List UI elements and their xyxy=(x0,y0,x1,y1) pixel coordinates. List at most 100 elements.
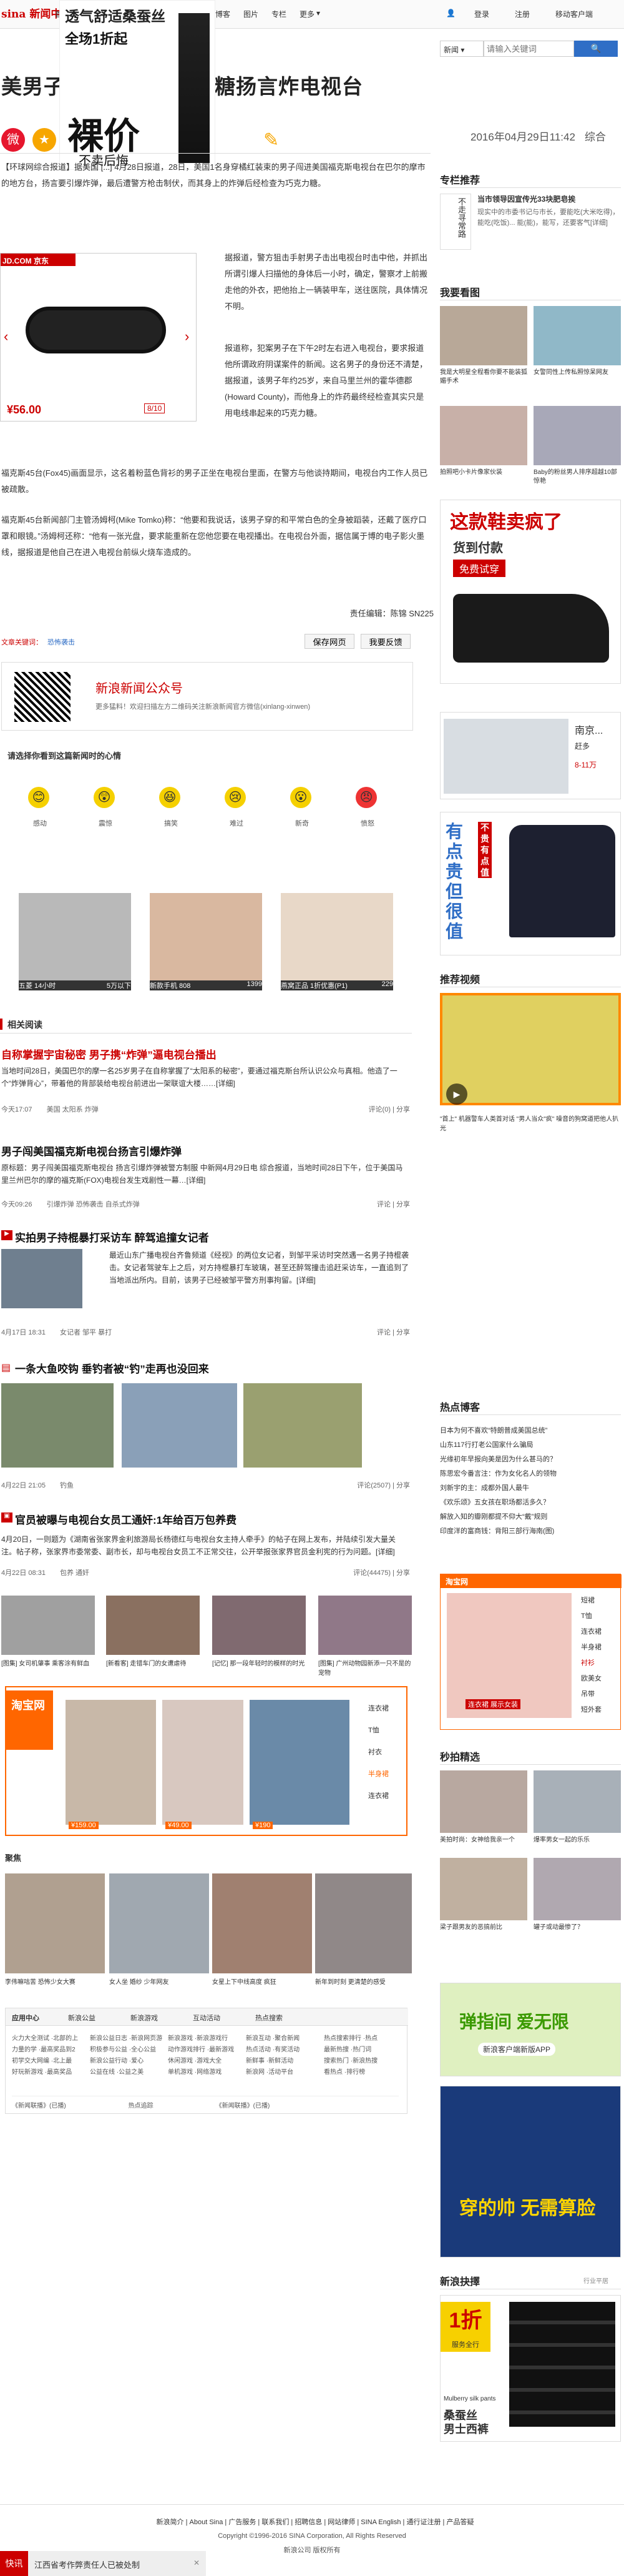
related-comment-1[interactable]: 评论(0) xyxy=(369,1106,391,1113)
channel-col5-item[interactable]: 最新热搜 ·热门词 xyxy=(324,2045,399,2056)
kansee-thumb-3[interactable] xyxy=(440,406,527,465)
related-comment-2[interactable]: 评论 xyxy=(377,1201,391,1208)
taobao-box[interactable]: 淘宝网 ¥159.00 ¥49.00 ¥190 连衣裙 T恤 衬衣 半身裙 连衣… xyxy=(5,1686,407,1836)
channel-col3-item[interactable]: 休闲游戏 ·游戏大全 xyxy=(168,2056,243,2067)
channel-col3-item[interactable]: 单机游戏 ·网络游戏 xyxy=(168,2067,243,2078)
qzone-icon[interactable]: ★ xyxy=(32,128,56,152)
related-title-4[interactable]: 一条大鱼咬钩 垂钓者被“钓”走再也没回来 xyxy=(15,1360,209,1376)
promo-phone-image[interactable] xyxy=(150,893,262,990)
sidebar-taobao-tab[interactable]: T恤 xyxy=(581,1609,618,1624)
car-ad[interactable]: 南京... 赶多 8-11万 xyxy=(440,712,621,799)
sidebar-taobao-tab[interactable]: 短外套 xyxy=(581,1702,618,1718)
sidebar-taobao-tab[interactable]: 吊带 xyxy=(581,1687,618,1702)
miaopai-caption-2[interactable]: 爆率男女一起的乐乐 xyxy=(534,1836,621,1845)
gallery-caption-3[interactable]: [记忆] 那一段年轻时的模样的时光 xyxy=(212,1658,306,1667)
channel-col-5[interactable]: 热点搜索排行 ·热点 最新热搜 ·热门词 搜索热门 ·新浪热搜 看热点 ·排行榜 xyxy=(324,2033,399,2078)
taobao-tab-1[interactable]: 连衣裙 xyxy=(368,1703,389,1713)
related-tags-2[interactable]: 引爆炸弹 恐怖袭击 自杀式炸弹 xyxy=(47,1201,140,1208)
channel-col1-item[interactable]: 初学交大网编 ·北上最 xyxy=(12,2056,87,2067)
related-actions-3[interactable]: 评论 | 分享 xyxy=(377,1327,410,1337)
sidebar-taobao-tab[interactable]: 欧美女 xyxy=(581,1671,618,1687)
bottom-ticker[interactable]: 快讯 江西省考作弊责任人已被处制 ✕ xyxy=(0,2551,206,2576)
nav-column[interactable]: 专栏 xyxy=(271,9,286,19)
channel-col-3[interactable]: 新浪游戏 ·新浪游戏行 动作游戏排行 ·最新游戏 休闲游戏 ·游戏大全 单机游戏 ·网… xyxy=(168,2033,243,2078)
hotpoint-item[interactable]: 《欢乐颂》五女孩在职场都活多久？ xyxy=(440,1496,621,1510)
gallery-thumb-3[interactable] xyxy=(212,1596,306,1655)
related-tags-5[interactable]: 包养 通奸 xyxy=(60,1569,89,1577)
related-actions-2[interactable]: 评论 | 分享 xyxy=(377,1199,410,1209)
footer-link[interactable]: 新浪简介 xyxy=(157,2519,184,2526)
sidebar-taobao-tabs[interactable]: 短裙 T恤 连衣裙 半身裙 衬衫 欧美女 吊带 短外套 xyxy=(581,1593,618,1718)
channel-col5-item[interactable]: 搜索热门 ·新浪热搜 xyxy=(324,2056,399,2067)
gallery-thumb-2[interactable] xyxy=(106,1596,200,1655)
channel-tab-5[interactable]: 热点搜索 xyxy=(255,2013,283,2023)
miaopai-caption-4[interactable]: 罐子或动最惨了？ xyxy=(534,1923,621,1932)
kansee-caption-1[interactable]: 我是大明星全程看你要不能装狐媚手术 xyxy=(440,368,527,386)
footer-link[interactable]: 招聘信息 xyxy=(295,2519,322,2526)
shoe-ad-button[interactable]: 免费试穿 xyxy=(453,560,506,577)
channel-tab-4[interactable]: 互动活动 xyxy=(193,2013,220,2023)
kansee-thumb-1[interactable] xyxy=(440,306,527,365)
mood-angry-icon[interactable]: 😠 xyxy=(356,787,377,808)
gallery-thumb-4[interactable] xyxy=(318,1596,412,1655)
related-thumb-3[interactable] xyxy=(1,1249,82,1308)
channel-col-1[interactable]: 火力大全测试 ·北部的上 力量的学 ·最高奖品到2 初学交大网编 ·北上最 好玩新游戏… xyxy=(12,2033,87,2078)
related-thumb-4c[interactable] xyxy=(243,1383,362,1468)
taobao-item-1[interactable] xyxy=(66,1700,156,1825)
kansee-caption-4[interactable]: Baby的粉丝男人排序超越10部惊艳 xyxy=(534,468,621,486)
related-actions-5[interactable]: 评论(44475) | 分享 xyxy=(353,1567,410,1577)
related-comment-5[interactable]: 评论(44475) xyxy=(353,1569,391,1577)
related-comment-3[interactable]: 评论 xyxy=(377,1329,391,1336)
channel-extra-2[interactable]: 热点追踪 xyxy=(129,2103,154,2110)
jiazheng-more[interactable]: 行业平居 xyxy=(583,2276,608,2285)
man-ad[interactable]: 穿的帅 无需算脸 xyxy=(440,2086,621,2258)
related-comment-4[interactable]: 评论(2507) xyxy=(357,1482,391,1489)
channel-col2-item[interactable]: 新浪公益日志 ·新浪网页游 xyxy=(90,2033,165,2045)
promo-car-image[interactable] xyxy=(19,893,131,990)
sidebar-taobao-ad[interactable]: 淘宝网 连衣裙 展示女装 短裙 T恤 连衣裙 半身裙 衬衫 欧美女 吊带 短外套 xyxy=(440,1574,622,1730)
related-actions-1[interactable]: 评论(0) | 分享 xyxy=(369,1104,410,1114)
channel-tab-3[interactable]: 新浪游戏 xyxy=(130,2013,158,2023)
miaopai-thumb-3[interactable] xyxy=(440,1858,527,1920)
taobao-tab-3[interactable]: 衬衣 xyxy=(368,1747,382,1757)
channel-col3-item[interactable]: 动作游戏排行 ·最新游戏 xyxy=(168,2045,243,2056)
footer-link[interactable]: 广告服务 xyxy=(228,2519,256,2526)
miaopai-caption-1[interactable]: 美拍时尚：女神给我亲一个 xyxy=(440,1836,527,1845)
related-title-3[interactable]: 实拍男子持棍暴打采访车 醉驾追撞女记者 xyxy=(15,1229,209,1245)
hotpoint-item[interactable]: 印度洋的富商钱：背阳三部行海南(图) xyxy=(440,1524,621,1539)
gallery-caption-1[interactable]: [图集] 女司机肇事 乘客涂有鲜血 xyxy=(1,1658,95,1667)
related-share-3[interactable]: 分享 xyxy=(396,1329,410,1336)
hot-gallery-caption-1[interactable]: 李伟嘛咕苦 恐怖少女大赛 xyxy=(5,1976,105,1986)
related-tags-4[interactable]: 钓鱼 xyxy=(60,1482,74,1489)
channel-col5-item[interactable]: 看热点 ·排行榜 xyxy=(324,2067,399,2078)
jd-belt-ad[interactable]: JD.COM 京东 ‹ › ¥56.00 8/10 xyxy=(0,253,197,422)
footer-link[interactable]: 产品答疑 xyxy=(446,2519,474,2526)
channel-extra-3[interactable]: 《新闻联播》(已播) xyxy=(216,2103,270,2110)
miaopai-caption-3[interactable]: 梁子跟男友的恶搞前比 xyxy=(440,1923,527,1932)
mood-shock-icon[interactable]: 😲 xyxy=(94,787,115,808)
related-thumb-4b[interactable] xyxy=(122,1383,237,1468)
gallery-caption-2[interactable]: [新看客] 走错车门的女遭虐待 xyxy=(106,1658,200,1667)
hotpoint-item[interactable]: 日本为何不喜欢“特朗普成美国总统” xyxy=(440,1424,621,1438)
footer-link[interactable]: 联系我们 xyxy=(261,2519,289,2526)
weibo-icon[interactable]: 微 xyxy=(1,128,25,152)
hot-gallery-caption-3[interactable]: 女星上下中线高度 疯狂 xyxy=(212,1976,312,1986)
channel-col1-item[interactable]: 力量的学 ·最高奖品到2 xyxy=(12,2045,87,2056)
related-title-1[interactable]: 自称掌握宇宙秘密 男子携“炸弹”逼电视台播出 xyxy=(1,1046,217,1062)
video-thumb[interactable] xyxy=(440,993,621,1105)
sidebar-taobao-tab[interactable]: 连衣裙 xyxy=(581,1624,618,1640)
prev-icon[interactable]: ‹ xyxy=(4,328,8,345)
related-title-5[interactable]: 官员被曝与电视台女员工通奸:1年给百万包养费 xyxy=(15,1511,236,1527)
miaopai-thumb-4[interactable] xyxy=(534,1858,621,1920)
related-share-5[interactable]: 分享 xyxy=(396,1569,410,1577)
shoe-ad[interactable]: 这款鞋卖疯了 货到付款 免费试穿 xyxy=(440,500,621,684)
related-tags-3[interactable]: 女记者 邹平 暴打 xyxy=(60,1329,112,1336)
mood-sad-icon[interactable]: 😢 xyxy=(225,787,246,808)
kansee-thumb-4[interactable] xyxy=(534,406,621,465)
sidebar-taobao-tab[interactable]: 半身裙 xyxy=(581,1640,618,1656)
play-icon[interactable]: ▶ xyxy=(446,1083,467,1105)
login-link[interactable]: 登录 xyxy=(474,9,489,19)
app-ad[interactable]: 弹指间 爱无限 新浪客户端新版APP xyxy=(440,1983,621,2076)
channel-col-2[interactable]: 新浪公益日志 ·新浪网页游 积极参与公益 ·全心公益 新浪公益行动 ·爱心 公益在线 … xyxy=(90,2033,165,2078)
miaopai-thumb-1[interactable] xyxy=(440,1770,527,1833)
